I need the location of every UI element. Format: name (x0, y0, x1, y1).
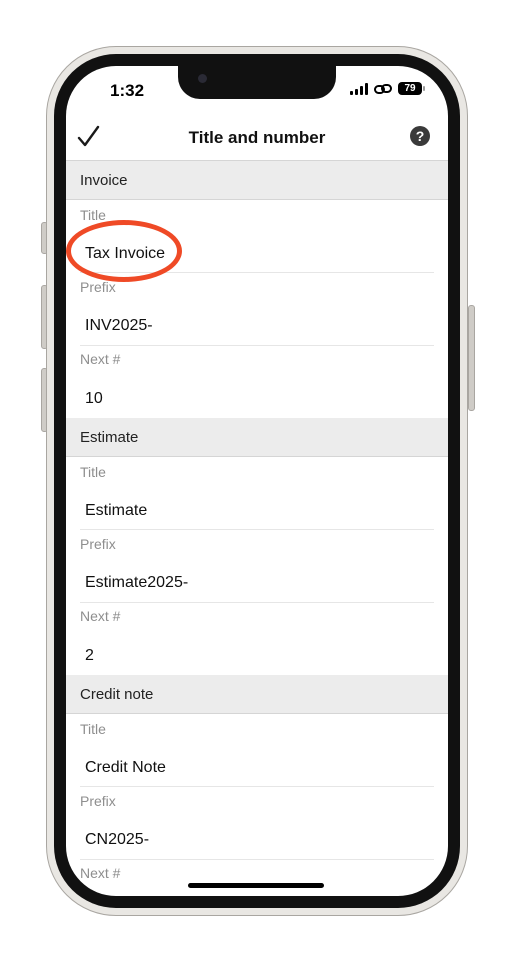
section-title: Invoice (80, 172, 128, 189)
estimate-prefix-label: Prefix (80, 536, 116, 552)
section-header-estimate: Estimate (66, 418, 448, 457)
estimate-prefix-input[interactable]: Estimate2025- (85, 574, 188, 592)
estimate-title-label: Title (80, 464, 106, 480)
battery-icon: 79 (398, 82, 425, 95)
credit-note-title-input[interactable]: Credit Note (85, 759, 166, 777)
section-title: Estimate (80, 429, 139, 446)
link-icon (374, 83, 392, 94)
divider (80, 859, 434, 860)
camera-icon (198, 74, 207, 83)
page-title: Title and number (188, 128, 326, 147)
divider (80, 529, 434, 530)
power-button (468, 305, 475, 411)
credit-note-prefix-label: Prefix (80, 793, 116, 809)
section-title: Credit note (80, 686, 154, 703)
section-header-invoice: Invoice (66, 161, 448, 200)
invoice-next-number-input[interactable]: 10 (85, 390, 103, 408)
invoice-title-label: Title (80, 207, 106, 223)
invoice-prefix-label: Prefix (80, 279, 116, 295)
credit-note-next-number-label: Next # (80, 865, 121, 881)
estimate-next-number-input[interactable]: 2 (85, 647, 94, 665)
credit-note-prefix-input[interactable]: CN2025- (85, 831, 149, 849)
divider (80, 786, 434, 787)
home-indicator[interactable] (188, 883, 324, 888)
estimate-next-number-label: Next # (80, 608, 121, 624)
divider (80, 345, 434, 346)
divider (80, 602, 434, 603)
dynamic-island (178, 66, 336, 99)
status-time: 1:32 (110, 81, 145, 100)
estimate-title-input[interactable]: Estimate (85, 502, 147, 520)
help-icon[interactable]: ? (410, 126, 430, 146)
invoice-prefix-input[interactable]: INV2025- (85, 317, 153, 335)
credit-note-title-label: Title (80, 721, 106, 737)
section-header-credit-note: Credit note (66, 675, 448, 714)
phone-screen: 1:32 79 Title and number ? Invoice Title… (66, 66, 448, 896)
invoice-next-number-label: Next # (80, 351, 121, 367)
signal-icon (350, 82, 368, 95)
status-icons: 79 (350, 82, 425, 95)
navigation-bar: Title and number ? (66, 118, 448, 161)
highlight-annotation-circle (66, 220, 182, 282)
